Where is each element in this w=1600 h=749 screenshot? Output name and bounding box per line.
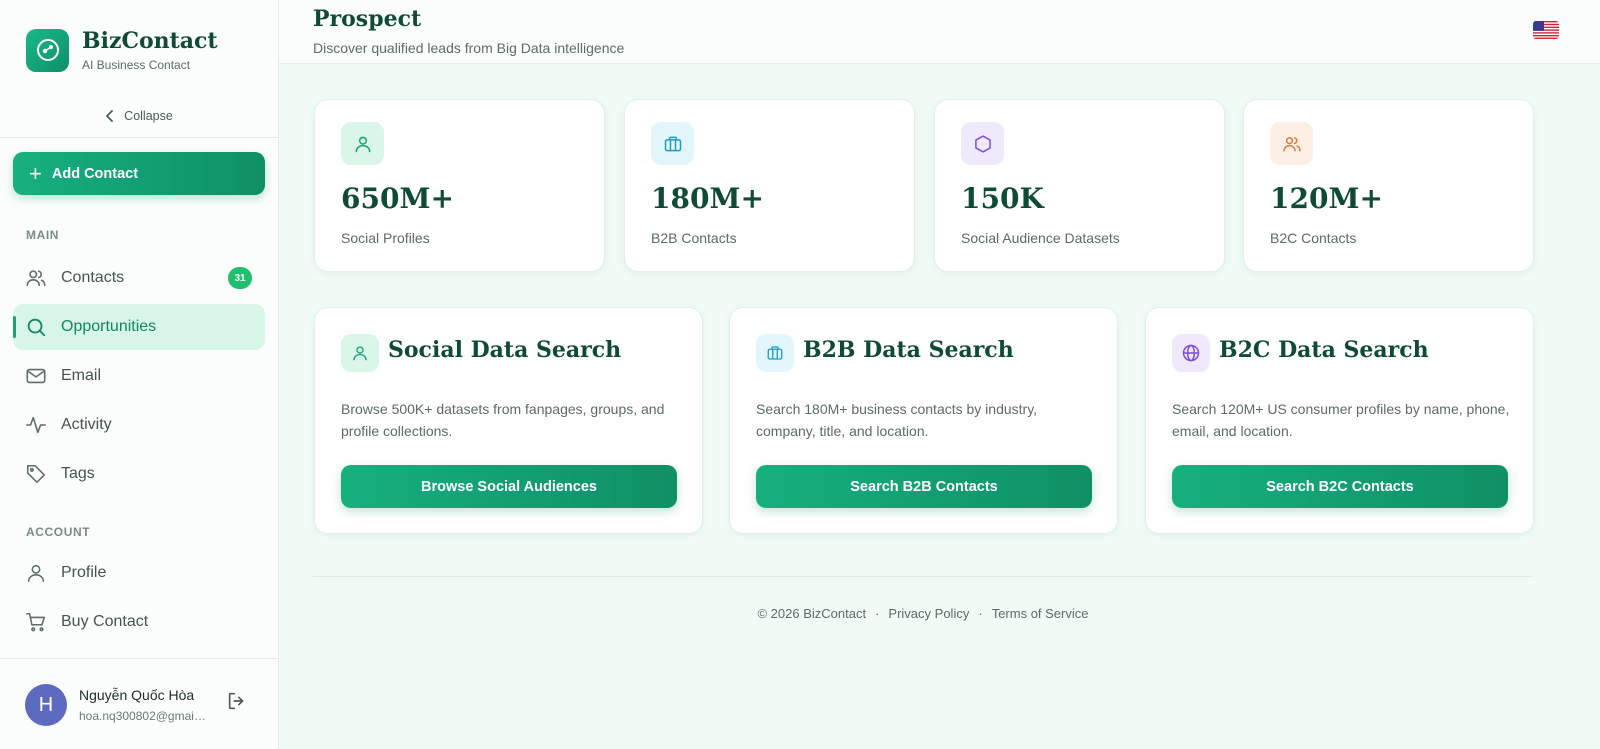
search-b2c-contacts-button[interactable]: Search B2C Contacts	[1172, 465, 1508, 508]
users-icon	[1270, 122, 1313, 165]
section-label-account: ACCOUNT	[26, 525, 91, 539]
search-card-description: Browse 500K+ datasets from fanpages, gro…	[341, 401, 665, 439]
divider	[0, 137, 279, 138]
brand[interactable]: BizContact AI Business Contact	[26, 28, 218, 72]
contacts-count-badge: 31	[228, 267, 252, 289]
search-icon	[27, 318, 46, 337]
search-card-social: Social Data Search Browse 500K+ datasets…	[314, 307, 703, 534]
user-icon	[341, 122, 384, 165]
search-card-description: Search 180M+ business contacts by indust…	[756, 401, 1038, 439]
footer: © 2026 BizContact · Privacy Policy · Ter…	[313, 606, 1533, 621]
sidebar-item-label: Tags	[61, 465, 95, 482]
page-header: Prospect Discover qualified leads from B…	[279, 0, 1600, 64]
brand-logo-icon	[26, 28, 69, 72]
sidebar-item-tags[interactable]: Tags	[13, 451, 265, 497]
chevron-left-icon	[106, 110, 114, 122]
search-card-b2c: B2C Data Search Search 120M+ US consumer…	[1145, 307, 1534, 534]
search-b2b-contacts-button[interactable]: Search B2B Contacts	[756, 465, 1092, 508]
stat-value: 150K	[961, 182, 1044, 215]
plus-icon: +	[29, 160, 42, 186]
sidebar-item-label: Opportunities	[61, 318, 157, 335]
sidebar: BizContact AI Business Contact Collapse …	[0, 0, 279, 749]
stat-card-social-profiles: 650M+ Social Profiles	[314, 99, 605, 272]
stat-label: B2C Contacts	[1270, 230, 1357, 246]
footer-separator: ·	[875, 606, 880, 621]
sidebar-item-label: Profile	[61, 564, 107, 581]
sidebar-item-opportunities[interactable]: Opportunities	[13, 304, 265, 350]
globe-icon	[1172, 334, 1210, 372]
sidebar-item-label: Buy Contact	[61, 613, 149, 630]
logout-button[interactable]	[226, 690, 248, 717]
page-subtitle: Discover qualified leads from Big Data i…	[313, 40, 625, 56]
cart-icon	[26, 612, 46, 632]
sidebar-item-email[interactable]: Email	[13, 353, 265, 399]
stat-card-b2c-contacts: 120M+ B2C Contacts	[1243, 99, 1534, 272]
sidebar-item-label: Email	[61, 367, 102, 384]
sidebar-item-label: Activity	[61, 416, 112, 433]
stat-value: 650M+	[341, 182, 454, 215]
footer-separator: ·	[978, 606, 983, 621]
stat-card-social-audience-datasets: 150K Social Audience Datasets	[934, 99, 1225, 272]
logout-icon	[228, 692, 244, 710]
mail-icon	[26, 368, 46, 384]
footer-copyright: © 2026 BizContact	[757, 606, 867, 621]
sidebar-item-label: Contacts	[61, 269, 125, 286]
sidebar-item-profile[interactable]: Profile	[13, 550, 265, 596]
page-title: Prospect	[313, 6, 422, 32]
search-card-title: Social Data Search	[388, 337, 622, 363]
briefcase-icon	[756, 334, 794, 372]
search-card-title: B2C Data Search	[1219, 337, 1429, 363]
hexagon-icon	[961, 122, 1004, 165]
collapse-button[interactable]: Collapse	[0, 109, 279, 123]
stat-label: Social Profiles	[341, 230, 430, 246]
avatar: H	[25, 684, 67, 726]
divider	[0, 658, 279, 659]
search-card-title: B2B Data Search	[803, 337, 1014, 363]
stat-value: 120M+	[1270, 182, 1383, 215]
stat-card-b2b-contacts: 180M+ B2B Contacts	[624, 99, 915, 272]
users-icon	[26, 270, 46, 287]
section-label-main: MAIN	[26, 228, 60, 242]
collapse-label: Collapse	[124, 109, 173, 123]
stat-label: Social Audience Datasets	[961, 230, 1120, 246]
search-card-description: Search 120M+ US consumer profiles by nam…	[1172, 401, 1510, 439]
user-icon	[341, 334, 379, 372]
sidebar-item-contacts[interactable]: Contacts 31	[13, 255, 265, 301]
stat-value: 180M+	[651, 182, 764, 215]
terms-of-service-link[interactable]: Terms of Service	[992, 606, 1089, 621]
add-contact-button[interactable]: + Add Contact	[13, 152, 265, 195]
brand-tagline: AI Business Contact	[82, 58, 191, 72]
activity-icon	[26, 416, 46, 434]
footer-divider	[313, 576, 1533, 577]
add-contact-label: Add Contact	[51, 165, 139, 182]
user-icon	[27, 564, 45, 583]
user-card[interactable]: H Nguyễn Quốc Hòa hoa.nq300802@gmail.com	[25, 684, 207, 726]
privacy-policy-link[interactable]: Privacy Policy	[888, 606, 969, 621]
user-name: Nguyễn Quốc Hòa	[79, 687, 195, 703]
us-flag-icon[interactable]	[1533, 21, 1559, 39]
sidebar-item-buy-contact[interactable]: Buy Contact	[13, 599, 265, 645]
briefcase-icon	[651, 122, 694, 165]
stat-label: B2B Contacts	[651, 230, 737, 246]
user-email: hoa.nq300802@gmail.com	[79, 709, 207, 723]
tag-icon	[26, 464, 46, 484]
browse-social-audiences-button[interactable]: Browse Social Audiences	[341, 465, 677, 508]
search-card-b2b: B2B Data Search Search 180M+ business co…	[729, 307, 1118, 534]
sidebar-item-activity[interactable]: Activity	[13, 402, 265, 448]
brand-name: BizContact	[82, 28, 218, 54]
